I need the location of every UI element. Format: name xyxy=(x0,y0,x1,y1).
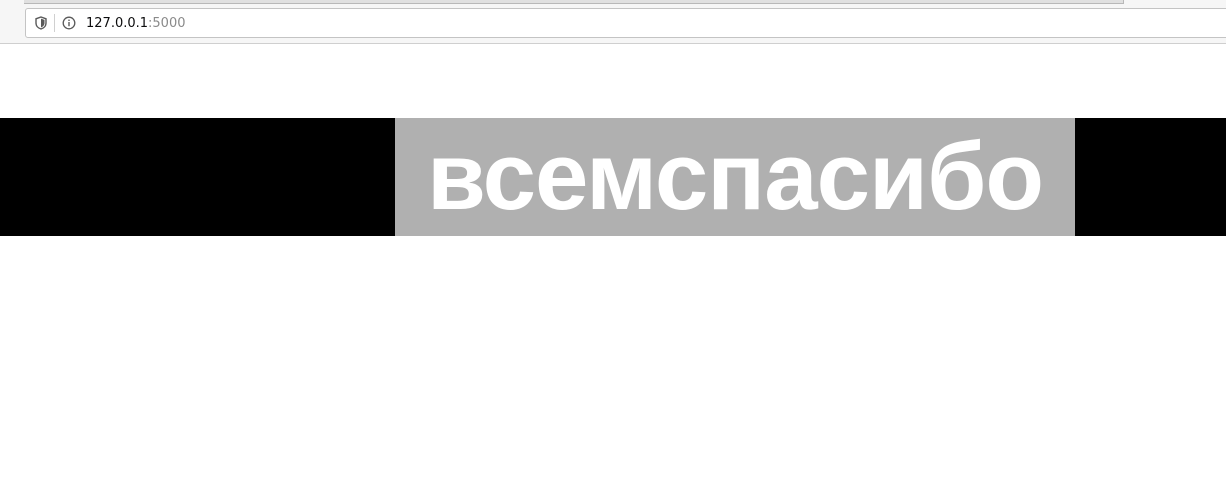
page-content: всемспасибо xyxy=(0,44,1226,488)
url-text[interactable]: 127.0.0.1:5000 xyxy=(86,15,186,33)
url-host: 127.0.0.1 xyxy=(86,16,149,31)
info-icon[interactable] xyxy=(61,15,77,31)
banner: всемспасибо xyxy=(0,118,1226,236)
banner-text: всемспасибо xyxy=(427,123,1044,230)
url-port: :5000 xyxy=(148,16,186,31)
browser-toolbar: 127.0.0.1:5000 xyxy=(0,0,1226,44)
shield-icon[interactable] xyxy=(33,15,49,31)
address-bar-divider xyxy=(54,14,55,32)
tab-strip-edge xyxy=(24,0,1124,4)
address-bar[interactable]: 127.0.0.1:5000 xyxy=(25,8,1226,38)
